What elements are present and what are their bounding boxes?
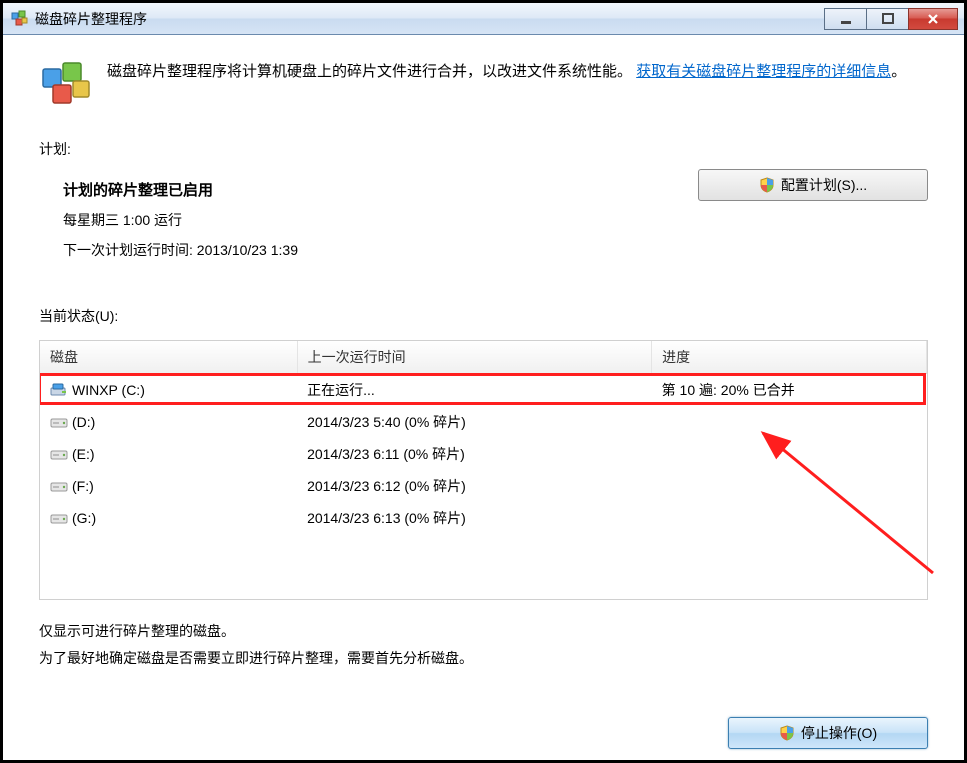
intro-row: 磁盘碎片整理程序将计算机硬盘上的碎片文件进行合并，以改进文件系统性能。 获取有关… <box>3 35 964 119</box>
col-last-run[interactable]: 上一次运行时间 <box>297 341 652 374</box>
close-icon <box>926 12 940 26</box>
note-line-2: 为了最好地确定磁盘是否需要立即进行碎片整理，需要首先分析磁盘。 <box>39 645 928 672</box>
intro-period: 。 <box>891 63 906 80</box>
disk-table-container: 磁盘 上一次运行时间 进度 WINXP (C:) 正在运行...第 10 遍: 2… <box>39 340 928 600</box>
notes: 仅显示可进行碎片整理的磁盘。 为了最好地确定磁盘是否需要立即进行碎片整理，需要首… <box>3 600 964 671</box>
shield-icon <box>759 177 775 193</box>
minimize-icon <box>840 13 852 25</box>
note-line-1: 仅显示可进行碎片整理的磁盘。 <box>39 618 928 645</box>
shield-icon <box>779 725 795 741</box>
disk-progress <box>652 438 927 470</box>
stop-button-label: 停止操作(O) <box>801 723 877 743</box>
intro-text: 磁盘碎片整理程序将计算机硬盘上的碎片文件进行合并，以改进文件系统性能。 获取有关… <box>107 59 906 85</box>
learn-more-link[interactable]: 获取有关磁盘碎片整理程序的详细信息 <box>636 63 891 80</box>
minimize-button[interactable] <box>824 8 866 30</box>
window-buttons <box>824 8 958 30</box>
disk-progress <box>652 406 927 438</box>
configure-schedule-button[interactable]: 配置计划(S)... <box>698 169 928 201</box>
disk-name: (E:) <box>72 446 95 462</box>
schedule-next: 下一次计划运行时间: 2013/10/23 1:39 <box>63 240 904 260</box>
disk-progress <box>652 502 927 534</box>
maximize-button[interactable] <box>866 8 908 30</box>
stop-button[interactable]: 停止操作(O) <box>728 717 928 749</box>
disk-last-run: 2014/3/23 6:13 (0% 碎片) <box>297 502 652 534</box>
defrag-app-icon <box>11 10 29 28</box>
hdd-icon <box>50 415 68 429</box>
close-button[interactable] <box>908 8 958 30</box>
disk-name: WINXP (C:) <box>72 382 145 398</box>
disk-last-run: 正在运行... <box>297 374 652 407</box>
hdd-icon <box>50 447 68 461</box>
hdd-icon <box>50 479 68 493</box>
disk-last-run: 2014/3/23 6:12 (0% 碎片) <box>297 470 652 502</box>
disk-last-run: 2014/3/23 5:40 (0% 碎片) <box>297 406 652 438</box>
disk-name: (D:) <box>72 414 95 430</box>
table-row[interactable]: (E:) 2014/3/23 6:11 (0% 碎片) <box>40 438 927 470</box>
table-row[interactable]: (D:) 2014/3/23 5:40 (0% 碎片) <box>40 406 927 438</box>
table-row[interactable]: (F:) 2014/3/23 6:12 (0% 碎片) <box>40 470 927 502</box>
intro-description: 磁盘碎片整理程序将计算机硬盘上的碎片文件进行合并，以改进文件系统性能。 <box>107 63 632 80</box>
table-row[interactable]: WINXP (C:) 正在运行...第 10 遍: 20% 已合并 <box>40 374 927 407</box>
col-disk[interactable]: 磁盘 <box>40 341 297 374</box>
defrag-large-icon <box>39 59 95 107</box>
schedule-box: 计划的碎片整理已启用 每星期三 1:00 运行 下一次计划运行时间: 2013/… <box>39 165 928 288</box>
disk-progress <box>652 470 927 502</box>
configure-schedule-label: 配置计划(S)... <box>781 175 867 195</box>
col-progress[interactable]: 进度 <box>652 341 927 374</box>
disk-last-run: 2014/3/23 6:11 (0% 碎片) <box>297 438 652 470</box>
disk-progress: 第 10 遍: 20% 已合并 <box>652 374 927 407</box>
current-status-label: 当前状态(U): <box>3 288 964 334</box>
content-area: 磁盘碎片整理程序将计算机硬盘上的碎片文件进行合并，以改进文件系统性能。 获取有关… <box>3 35 964 760</box>
os-disk-icon <box>50 383 68 397</box>
table-row[interactable]: (G:) 2014/3/23 6:13 (0% 碎片) <box>40 502 927 534</box>
disk-name: (G:) <box>72 510 96 526</box>
window-title: 磁盘碎片整理程序 <box>35 9 147 29</box>
disk-table: 磁盘 上一次运行时间 进度 WINXP (C:) 正在运行...第 10 遍: 2… <box>40 341 927 534</box>
disk-name: (F:) <box>72 478 94 494</box>
hdd-icon <box>50 511 68 525</box>
schedule-label: 计划: <box>3 119 964 165</box>
titlebar: 磁盘碎片整理程序 <box>3 3 964 35</box>
schedule-when: 每星期三 1:00 运行 <box>63 210 904 230</box>
bottom-button-bar: 停止操作(O) <box>3 706 964 760</box>
maximize-icon <box>882 13 894 25</box>
